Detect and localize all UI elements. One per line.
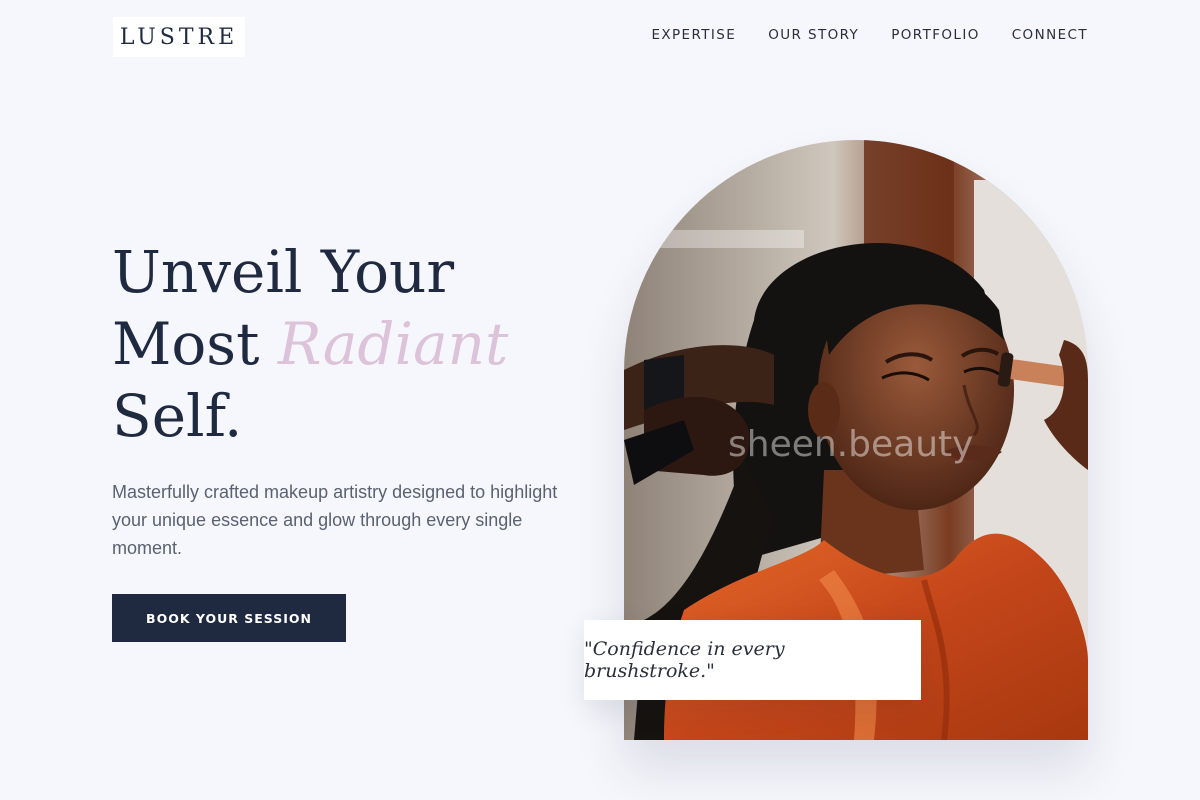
headline-line-1: Unveil Your bbox=[112, 238, 455, 306]
brand-logo-text: LUSTRE bbox=[119, 24, 239, 50]
main-nav: EXPERTISE OUR STORY PORTFOLIO CONNECT bbox=[651, 27, 1088, 43]
nav-link-connect[interactable]: CONNECT bbox=[1012, 27, 1088, 43]
nav-link-expertise[interactable]: EXPERTISE bbox=[651, 27, 736, 43]
quote-card: "Confidence in every brushstroke." bbox=[584, 620, 921, 700]
brand-logo[interactable]: LUSTRE bbox=[113, 17, 245, 57]
hero-subtext: Masterfully crafted makeup artistry desi… bbox=[112, 482, 558, 558]
quote-text: "Confidence in every brushstroke." bbox=[584, 638, 785, 682]
nav-link-our-story[interactable]: OUR STORY bbox=[768, 27, 859, 43]
headline-accent-word: Radiant bbox=[277, 310, 509, 378]
headline-line-3: Self. bbox=[112, 382, 243, 450]
nav-link-portfolio[interactable]: PORTFOLIO bbox=[891, 27, 980, 43]
headline-line-2-word: Most bbox=[112, 310, 260, 378]
book-session-button[interactable]: BOOK YOUR SESSION bbox=[112, 594, 346, 642]
hero-headline: Unveil Your Most Radiant Self. bbox=[112, 236, 508, 452]
